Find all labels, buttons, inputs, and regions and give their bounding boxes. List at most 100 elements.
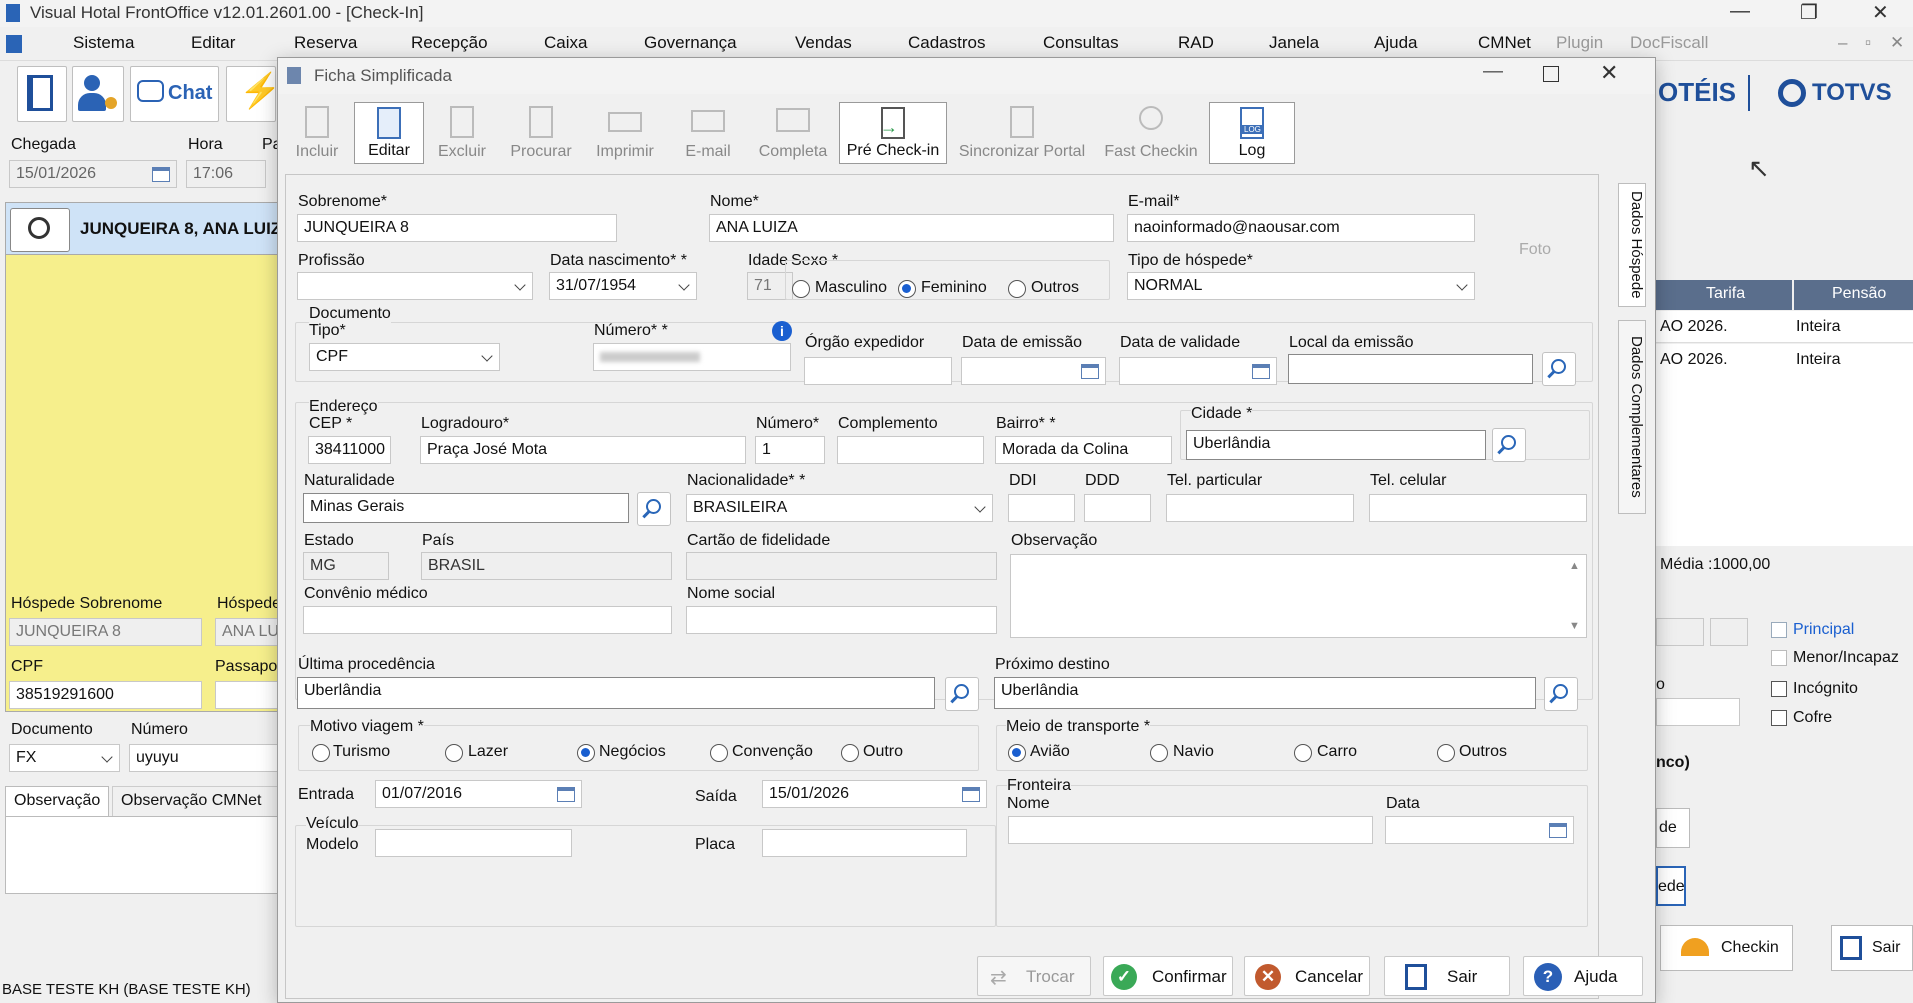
mdi-restore[interactable]: ▫ — [1865, 33, 1871, 53]
users-key-button[interactable] — [72, 66, 124, 122]
emissao-field[interactable] — [961, 357, 1106, 385]
fronteira-nome-field[interactable] — [1008, 816, 1373, 844]
modelo-field[interactable] — [375, 829, 572, 857]
menu-plugin[interactable]: Plugin — [1556, 33, 1603, 53]
end-numero-field[interactable]: 1 — [755, 436, 825, 464]
dialog-close[interactable]: ✕ — [1600, 60, 1618, 86]
transporte-aviao-radio[interactable] — [1008, 744, 1026, 762]
table-row[interactable]: AO 2026. Inteira — [1656, 311, 1913, 343]
calendar-icon[interactable] — [962, 787, 980, 802]
sexo-outros-radio[interactable] — [1008, 280, 1026, 298]
cancelar-button[interactable]: ✕ Cancelar — [1244, 956, 1370, 996]
guest-row[interactable]: JUNQUEIRA 8, ANA LUIZA — [6, 203, 293, 255]
excluir-button[interactable]: Excluir — [427, 102, 497, 164]
chegada-field[interactable]: 15/01/2026 — [9, 160, 177, 188]
menu-cmnet[interactable]: CMNet — [1478, 33, 1531, 53]
sexo-feminino-radio[interactable] — [898, 280, 916, 298]
hospede-field[interactable]: ANA LU — [215, 618, 281, 646]
sexo-masculino-radio[interactable] — [792, 280, 810, 298]
scroll-up-icon[interactable]: ▲ — [1569, 560, 1580, 572]
logradouro-field[interactable]: Praça José Mota — [420, 436, 746, 464]
motivo-outro-radio[interactable] — [841, 744, 859, 762]
dialog-minimize[interactable]: — — [1483, 60, 1503, 83]
tel-particular-field[interactable] — [1166, 494, 1354, 522]
convenio-field[interactable] — [303, 606, 672, 634]
menu-recepcao[interactable]: Recepção — [411, 33, 488, 53]
menu-reserva[interactable]: Reserva — [294, 33, 357, 53]
dialog-maximize[interactable] — [1543, 66, 1559, 82]
exit-door-button[interactable] — [17, 66, 67, 122]
trocar-button[interactable]: ⇄ Trocar — [977, 956, 1091, 996]
incluir-button[interactable]: Incluir — [283, 102, 351, 164]
sobrenome-field[interactable]: JUNQUEIRA 8 — [297, 214, 617, 242]
fast-checkin-button[interactable]: Fast Checkin — [1097, 102, 1205, 164]
ddi-field[interactable] — [1008, 494, 1075, 522]
placa-field[interactable] — [762, 829, 967, 857]
nascimento-field[interactable]: 31/07/1954 — [549, 272, 697, 300]
menu-janela[interactable]: Janela — [1269, 33, 1319, 53]
confirmar-button[interactable]: ✓ Confirmar — [1103, 956, 1233, 996]
menu-vendas[interactable]: Vendas — [795, 33, 852, 53]
pensao-header[interactable]: Pensão — [1794, 280, 1913, 310]
menu-consultas[interactable]: Consultas — [1043, 33, 1119, 53]
menor-checkbox[interactable] — [1771, 650, 1787, 666]
nome-field[interactable]: ANA LUIZA — [709, 214, 1114, 242]
mdi-minimize[interactable]: – — [1838, 33, 1847, 53]
menu-rad[interactable]: RAD — [1178, 33, 1214, 53]
imprimir-button[interactable]: Imprimir — [585, 102, 665, 164]
cpf-field[interactable]: 38519291600 — [9, 681, 202, 709]
motivo-negocios-radio[interactable] — [577, 744, 595, 762]
hora-field[interactable]: 17:06 — [186, 160, 266, 188]
cidade-search-button[interactable] — [1492, 428, 1526, 462]
validade-field[interactable] — [1119, 357, 1277, 385]
hospede-sobrenome-field[interactable]: JUNQUEIRA 8 — [9, 618, 202, 646]
quick-action-button[interactable]: ⚡ — [226, 66, 281, 122]
restore-button[interactable]: ❐ — [1800, 0, 1818, 25]
motivo-convencao-radio[interactable] — [710, 744, 728, 762]
pre-checkin-button[interactable]: → Pré Check-in — [839, 102, 947, 164]
transporte-outros-radio[interactable] — [1437, 744, 1455, 762]
entrada-field[interactable]: 01/07/2016 — [375, 780, 582, 808]
menu-ajuda[interactable]: Ajuda — [1374, 33, 1417, 53]
right-field-2[interactable] — [1710, 618, 1748, 646]
right-field-3[interactable] — [1656, 698, 1740, 726]
saida-field[interactable]: 15/01/2026 — [762, 780, 987, 808]
nacionalidade-select[interactable]: BRASILEIRA — [686, 494, 993, 522]
ajuda-button[interactable]: ? Ajuda — [1523, 956, 1643, 996]
cep-field[interactable]: 38411000 — [308, 436, 391, 464]
calendar-icon[interactable] — [1252, 364, 1270, 379]
proximo-destino-search-button[interactable] — [1544, 677, 1578, 711]
calendar-icon[interactable] — [557, 787, 575, 802]
complemento-field[interactable] — [837, 436, 984, 464]
minimize-button[interactable]: — — [1730, 0, 1750, 23]
sincronizar-portal-button[interactable]: Sincronizar Portal — [951, 102, 1093, 164]
tel-celular-field[interactable] — [1369, 494, 1587, 522]
motivo-turismo-radio[interactable] — [312, 744, 330, 762]
email-button[interactable]: E-mail — [669, 102, 747, 164]
table-row[interactable]: AO 2026. Inteira — [1656, 344, 1913, 376]
observacao-textarea[interactable] — [5, 816, 282, 894]
right-sair-button[interactable]: Sair — [1831, 925, 1913, 971]
doc-tipo-select[interactable]: CPF — [309, 343, 500, 371]
right-ede-button[interactable]: ede — [1656, 866, 1686, 906]
local-emissao-field[interactable] — [1288, 354, 1533, 384]
fronteira-data-field[interactable] — [1385, 816, 1574, 844]
menu-governanca[interactable]: Governança — [644, 33, 737, 53]
calendar-icon[interactable] — [1549, 823, 1567, 838]
cidade-field[interactable]: Uberlândia — [1186, 430, 1486, 460]
principal-checkbox[interactable] — [1771, 622, 1787, 638]
checkin-button[interactable]: Checkin — [1660, 925, 1793, 971]
chat-button[interactable]: Chat — [130, 66, 219, 122]
transporte-carro-radio[interactable] — [1294, 744, 1312, 762]
right-de-button[interactable]: de — [1656, 808, 1690, 848]
proximo-destino-field[interactable]: Uberlândia — [994, 677, 1536, 709]
info-icon[interactable]: i — [772, 321, 792, 341]
tab-dados-hospede[interactable]: Dados Hóspede — [1618, 183, 1646, 307]
tab-observacao[interactable]: Observação — [5, 786, 109, 816]
motivo-lazer-radio[interactable] — [445, 744, 463, 762]
observacao-textarea[interactable] — [1010, 554, 1587, 638]
fidelidade-field[interactable] — [686, 552, 997, 580]
ultima-procedencia-field[interactable]: Uberlândia — [297, 677, 935, 709]
numero-field[interactable]: uyuyu — [129, 744, 281, 772]
tipo-hospede-select[interactable]: NORMAL — [1127, 272, 1475, 300]
